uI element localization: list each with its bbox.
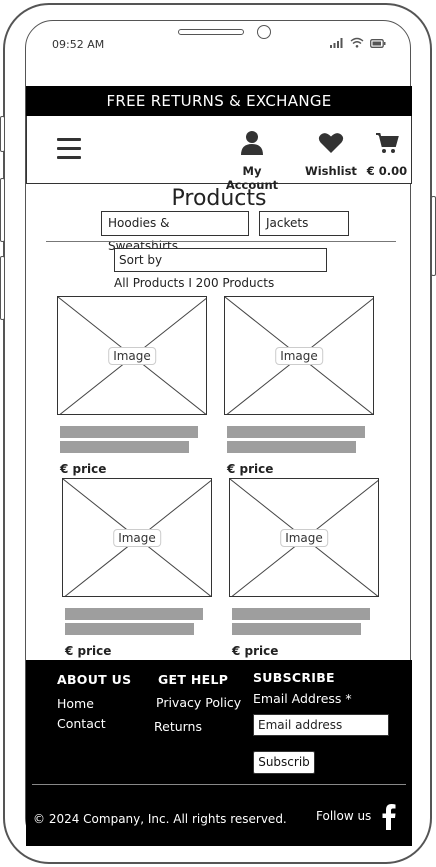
product-subtitle-placeholder — [65, 623, 194, 635]
product-card[interactable]: Image € price — [229, 478, 379, 658]
product-card[interactable]: Image € price — [62, 478, 212, 658]
product-title-placeholder — [227, 426, 365, 438]
product-image[interactable]: Image — [62, 478, 212, 597]
footer-link-contact[interactable]: Contact — [57, 716, 106, 731]
facebook-icon — [382, 804, 396, 830]
image-label: Image — [108, 346, 156, 365]
footer-divider — [32, 784, 406, 785]
status-bar: 09:52 AM — [52, 37, 386, 53]
product-image[interactable]: Image — [229, 478, 379, 597]
product-title-placeholder — [60, 426, 198, 438]
side-button-power — [431, 196, 436, 276]
site-footer: ABOUT US Home Contact GET HELP Privacy P… — [26, 660, 412, 846]
divider — [46, 241, 396, 242]
get-help-heading: GET HELP — [158, 672, 229, 687]
hamburger-icon[interactable] — [57, 138, 81, 160]
side-button-mute — [0, 116, 5, 152]
wishlist-link[interactable]: Wishlist — [300, 128, 362, 178]
facebook-link[interactable] — [382, 804, 396, 834]
product-price: € price — [232, 644, 279, 658]
speaker — [178, 29, 244, 35]
app-screen: FREE RETURNS & EXCHANGE My Account Wishl… — [26, 86, 412, 846]
product-subtitle-placeholder — [232, 623, 361, 635]
cart-icon — [376, 133, 399, 153]
sort-by-select[interactable]: Sort by — [114, 248, 327, 272]
product-image[interactable]: Image — [224, 296, 374, 415]
product-card[interactable]: Image € price — [224, 296, 374, 476]
product-title-placeholder — [232, 608, 370, 620]
category-hoodies-button[interactable]: Hoodies & Sweatshirts — [101, 211, 249, 253]
my-account-link[interactable]: My Account — [217, 128, 287, 192]
follow-us-label: Follow us — [316, 809, 372, 823]
email-input[interactable]: Email address — [253, 714, 389, 736]
product-price: € price — [60, 462, 107, 476]
page-title: Products — [171, 186, 267, 211]
email-address-label: Email Address * — [253, 691, 352, 706]
subscribe-heading: SUBSCRIBE — [253, 670, 335, 685]
site-header: My Account Wishlist € 0.00 — [26, 116, 412, 192]
footer-link-home[interactable]: Home — [57, 696, 94, 711]
product-price: € price — [65, 644, 112, 658]
about-us-heading: ABOUT US — [57, 672, 132, 687]
wishlist-label: Wishlist — [305, 164, 357, 178]
user-icon — [241, 131, 263, 155]
product-subtitle-placeholder — [227, 441, 356, 453]
copyright-text: © 2024 Company, Inc. All rights reserved… — [33, 812, 287, 826]
cart-total: € 0.00 — [366, 164, 408, 178]
category-jackets-button[interactable]: Jackets — [259, 211, 349, 236]
product-title-placeholder — [65, 608, 203, 620]
footer-link-returns[interactable]: Returns — [154, 719, 202, 734]
image-label: Image — [280, 528, 328, 547]
cart-link[interactable]: € 0.00 — [363, 128, 411, 178]
status-time: 09:52 AM — [52, 38, 105, 51]
image-label: Image — [113, 528, 161, 547]
battery-icon — [370, 38, 386, 51]
promo-banner: FREE RETURNS & EXCHANGE — [26, 86, 412, 116]
wifi-icon — [350, 37, 364, 51]
product-image[interactable]: Image — [57, 296, 207, 415]
footer-link-privacy-policy[interactable]: Privacy Policy — [156, 695, 241, 710]
product-price: € price — [227, 462, 274, 476]
side-button-volume-down — [0, 256, 5, 320]
side-button-volume-up — [0, 178, 5, 242]
signal-icon — [330, 37, 344, 51]
product-count: All Products I 200 Products — [114, 276, 275, 290]
heart-icon — [318, 133, 344, 153]
subscribe-button[interactable]: Subscrib — [253, 751, 315, 774]
image-label: Image — [275, 346, 323, 365]
product-card[interactable]: Image € price — [57, 296, 207, 476]
product-subtitle-placeholder — [60, 441, 189, 453]
